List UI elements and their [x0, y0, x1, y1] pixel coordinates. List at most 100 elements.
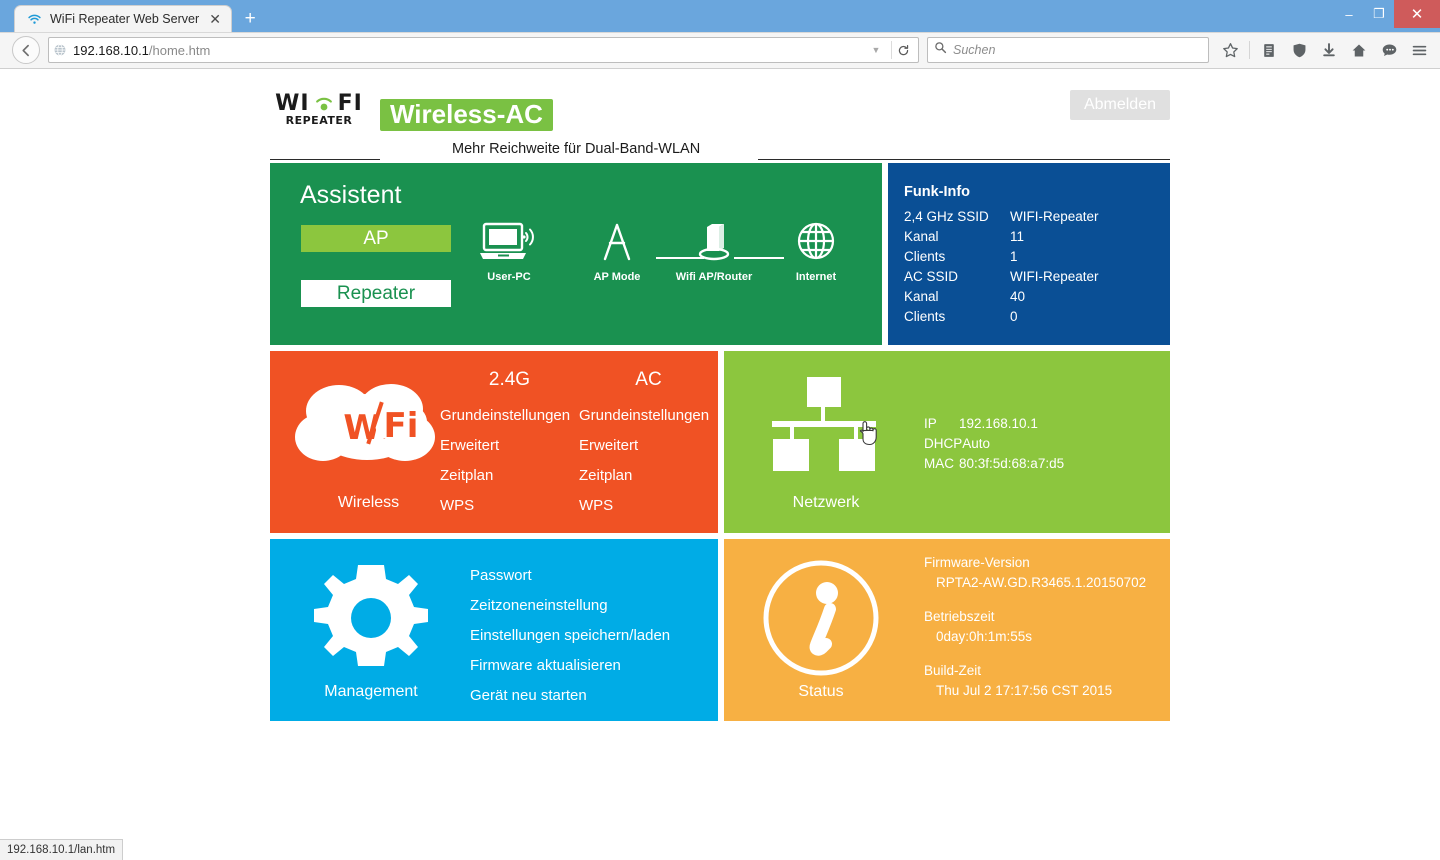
wireless-columns: 2.4G Grundeinstellungen Erweitert Zeitpl…: [440, 369, 718, 521]
brand-logo: WI FI REPEATER Wireless-AC: [270, 93, 553, 131]
mode-ap-button[interactable]: AP: [301, 225, 451, 252]
tab-strip: WiFi Repeater Web Server ✕ +: [0, 0, 264, 32]
mode-repeater-button[interactable]: Repeater: [301, 280, 451, 307]
browser-titlebar: WiFi Repeater Web Server ✕ + – ❐ ✕: [0, 0, 1440, 32]
globe-icon: [797, 222, 835, 260]
page-viewport: WI FI REPEATER Wireless-AC Mehr Reichwei…: [0, 69, 1440, 860]
table-row: Kanal 40: [904, 287, 1099, 307]
link-24g-wps[interactable]: WPS: [440, 491, 579, 521]
status-key: Firmware-Version: [924, 555, 1030, 570]
table-row: IP 192.168.10.1: [924, 414, 1064, 434]
shield-icon[interactable]: [1286, 37, 1312, 63]
assistent-card[interactable]: Assistent AP Repeater User-PC AP Mode Wi…: [270, 163, 882, 345]
management-label: Management: [324, 683, 418, 700]
wifi-icon: [27, 12, 42, 27]
page-tagline: Mehr Reichweite für Dual-Band-WLAN: [452, 141, 701, 157]
browser-statusbar: 192.168.10.1/lan.htm: [0, 839, 124, 860]
brand-badge: Wireless-AC: [380, 99, 553, 131]
management-links: Passwort Zeitzoneneinstellung Einstellun…: [470, 561, 670, 711]
link-24g-grundeinstellungen[interactable]: Grundeinstellungen: [440, 401, 579, 431]
url-path: /home.htm: [148, 42, 211, 58]
minimize-icon[interactable]: –: [1334, 0, 1364, 28]
wireless-column-24g: 2.4G Grundeinstellungen Erweitert Zeitpl…: [440, 369, 579, 521]
search-bar[interactable]: Suchen: [927, 37, 1209, 63]
status-group-uptime: Betriebszeit 0day:0h:1m:55s: [924, 607, 1146, 647]
close-icon[interactable]: ✕: [207, 11, 223, 27]
link-firmware-aktualisieren[interactable]: Firmware aktualisieren: [470, 651, 670, 681]
link-24g-erweitert[interactable]: Erweitert: [440, 431, 579, 461]
svg-text:Fi: Fi: [384, 406, 419, 446]
search-input[interactable]: Suchen: [953, 43, 995, 57]
link-24g-zeitplan[interactable]: Zeitplan: [440, 461, 579, 491]
node-label: Wifi AP/Router: [675, 271, 753, 283]
status-value: Thu Jul 2 17:17:56 CST 2015: [936, 683, 1113, 698]
header-rule-right: [758, 159, 1170, 160]
link-zeitzoneneinstellung[interactable]: Zeitzoneneinstellung: [470, 591, 670, 621]
mouse-cursor: [857, 418, 879, 446]
address-bar[interactable]: 192.168.10.1/home.htm ▼: [48, 37, 919, 63]
search-icon: [934, 41, 947, 59]
window-controls: – ❐ ✕: [1334, 0, 1440, 28]
link-ac-grundeinstellungen[interactable]: Grundeinstellungen: [579, 401, 718, 431]
chevron-down-icon[interactable]: ▼: [867, 45, 885, 55]
netzwerk-info: IP 192.168.10.1 DHCP Auto MAC 80:3f:5d:6…: [924, 414, 1064, 474]
hamburger-menu-icon[interactable]: [1406, 37, 1432, 63]
link-passwort[interactable]: Passwort: [470, 561, 670, 591]
browser-tab[interactable]: WiFi Repeater Web Server ✕: [14, 5, 233, 32]
diagram-node-internet: Internet: [776, 221, 856, 283]
funk-value: 0: [1010, 309, 1018, 324]
close-window-icon[interactable]: ✕: [1394, 0, 1440, 28]
home-icon[interactable]: [1346, 37, 1372, 63]
router-home-page: WI FI REPEATER Wireless-AC Mehr Reichwei…: [270, 69, 1170, 721]
maximize-icon[interactable]: ❐: [1364, 0, 1394, 28]
page-header: WI FI REPEATER Wireless-AC Mehr Reichwei…: [270, 85, 1170, 163]
dashboard-row-2: Wi Fi Wireless 2.4G Grundeinstellungen E…: [270, 351, 1170, 533]
net-key: DHCP: [924, 436, 963, 451]
status-label: Status: [798, 683, 844, 700]
reader-list-icon[interactable]: [1256, 37, 1282, 63]
netzwerk-card[interactable]: Netzwerk IP 192.168.10.1 DHCP Auto MAC 8: [724, 351, 1170, 533]
node-label: AP Mode: [593, 271, 641, 283]
logo-wordmark: WI FI: [270, 93, 368, 115]
reload-icon[interactable]: [891, 41, 914, 59]
status-card: Status Firmware-Version RPTA2-AW.GD.R346…: [724, 539, 1170, 721]
toolbar-icons: [1217, 37, 1432, 63]
dashboard-row-3: Management Passwort Zeitzoneneinstellung…: [270, 539, 1170, 721]
dashboard-row-1: Assistent AP Repeater User-PC AP Mode Wi…: [270, 163, 1170, 345]
status-group-firmware: Firmware-Version RPTA2-AW.GD.R3465.1.201…: [924, 553, 1146, 593]
funk-value: 1: [1010, 249, 1018, 264]
chat-icon[interactable]: [1376, 37, 1402, 63]
funk-value: WIFI-Repeater: [1010, 209, 1099, 224]
globe-icon: [53, 43, 67, 57]
link-ac-erweitert[interactable]: Erweitert: [579, 431, 718, 461]
table-row: 2,4 GHz SSID WIFI-Repeater: [904, 207, 1099, 227]
link-geraet-neu-starten[interactable]: Gerät neu starten: [470, 681, 670, 711]
diagram-node-user-pc: User-PC: [466, 221, 552, 283]
topology-diagram: User-PC AP Mode Wifi AP/Router Internet: [466, 221, 866, 301]
status-key: Betriebszeit: [924, 609, 995, 624]
download-icon[interactable]: [1316, 37, 1342, 63]
browser-window: WiFi Repeater Web Server ✕ + – ❐ ✕ 192.1…: [0, 0, 1440, 860]
link-ac-zeitplan[interactable]: Zeitplan: [579, 461, 718, 491]
star-icon[interactable]: [1217, 37, 1243, 63]
table-row: MAC 80:3f:5d:68:a7:d5: [924, 454, 1064, 474]
funk-key: AC SSID: [904, 269, 959, 284]
node-label: Internet: [795, 271, 837, 283]
back-button[interactable]: [12, 36, 40, 64]
new-tab-button[interactable]: +: [236, 5, 264, 32]
info-icon: [760, 557, 882, 679]
table-row: Kanal 11: [904, 227, 1099, 247]
table-row: Clients 0: [904, 307, 1099, 327]
net-key: IP: [924, 416, 937, 431]
logout-button[interactable]: Abmelden: [1069, 90, 1170, 120]
logo-word-wi: WI: [275, 91, 310, 116]
node-label: User-PC: [487, 271, 531, 283]
status-value: RPTA2-AW.GD.R3465.1.20150702: [936, 575, 1147, 590]
funk-key: Kanal: [904, 289, 939, 304]
link-einstellungen-speichern-laden[interactable]: Einstellungen speichern/laden: [470, 621, 670, 651]
link-ac-wps[interactable]: WPS: [579, 491, 718, 521]
status-group-buildtime: Build-Zeit Thu Jul 2 17:17:56 CST 2015: [924, 661, 1146, 701]
status-key: Build-Zeit: [924, 663, 982, 678]
funk-value: WIFI-Repeater: [1010, 269, 1099, 284]
status-info: Firmware-Version RPTA2-AW.GD.R3465.1.201…: [924, 553, 1146, 715]
